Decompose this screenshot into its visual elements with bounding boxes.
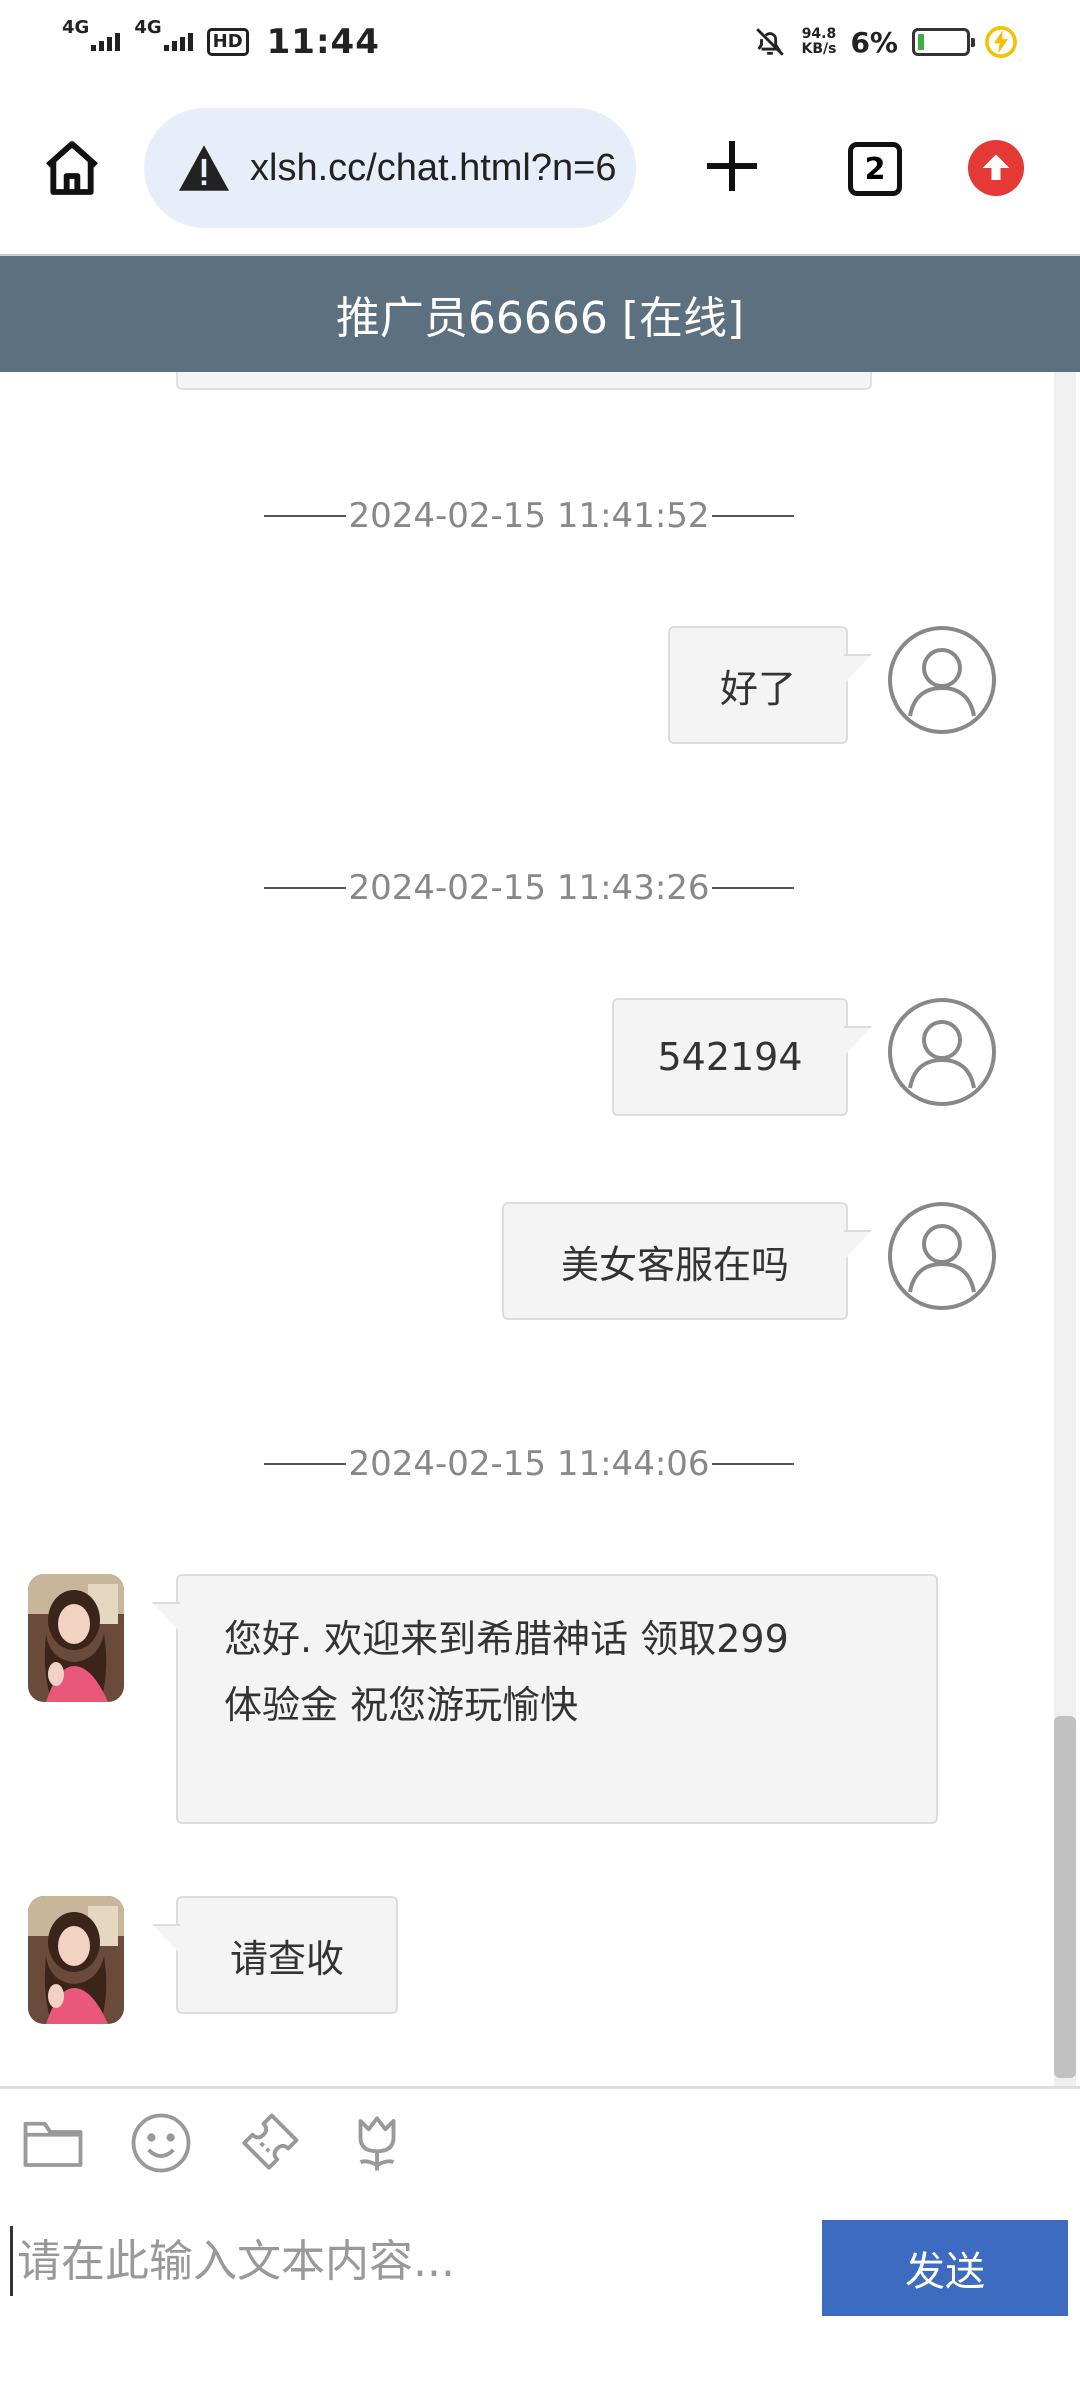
message-line: 体验金 祝您游玩愉快 bbox=[224, 1683, 579, 1727]
agent-photo bbox=[28, 1896, 124, 2024]
composer-toolbar bbox=[0, 2110, 1080, 2176]
scrollbar-thumb[interactable] bbox=[1054, 1716, 1076, 2078]
sent-message-bubble: 好了 bbox=[668, 626, 848, 744]
tab-switcher-button[interactable]: 2 bbox=[848, 142, 902, 196]
battery-percent: 6% bbox=[850, 25, 898, 59]
status-bar: 4G 4G HD 11:44 94.8 KB/s 6% bbox=[0, 0, 1080, 84]
address-bar[interactable]: xlsh.cc/chat.html?n=6 bbox=[144, 108, 636, 228]
chat-message-list[interactable]: 2024-02-15 11:41:52 好了 2024-02-15 11:43:… bbox=[0, 372, 1080, 2086]
message-input[interactable] bbox=[10, 2226, 810, 2296]
user-avatar bbox=[888, 626, 996, 734]
time-separator: 2024-02-15 11:43:26 bbox=[264, 868, 794, 908]
update-button[interactable] bbox=[968, 140, 1024, 196]
received-message-bubble: 请查收 bbox=[176, 1896, 398, 2014]
browser-toolbar: xlsh.cc/chat.html?n=6 bbox=[0, 100, 1080, 240]
composer-divider bbox=[0, 2086, 1080, 2089]
user-avatar bbox=[888, 998, 996, 1106]
signal-1-icon: 4G bbox=[62, 19, 121, 51]
user-icon bbox=[908, 1020, 976, 1089]
folder-icon[interactable] bbox=[20, 2110, 86, 2176]
user-avatar bbox=[888, 1202, 996, 1310]
chat-title: 推广员66666 [在线] bbox=[0, 254, 1080, 372]
emoji-icon[interactable] bbox=[128, 2110, 194, 2176]
received-message-bubble: 您好. 欢迎来到希腊神话 领取299 体验金 祝您游玩愉快 bbox=[176, 1574, 938, 1824]
signal-1-label: 4G bbox=[62, 17, 90, 38]
ticket-icon[interactable] bbox=[236, 2110, 302, 2176]
agent-avatar bbox=[28, 1896, 124, 2024]
previous-message-bubble bbox=[176, 372, 872, 390]
signal-2-icon: 4G bbox=[134, 19, 193, 51]
charging-icon bbox=[985, 26, 1017, 58]
send-button[interactable]: 发送 bbox=[822, 2220, 1068, 2316]
sent-message-bubble: 美女客服在吗 bbox=[502, 1202, 848, 1320]
new-tab-icon[interactable] bbox=[702, 136, 762, 196]
user-icon bbox=[908, 1224, 976, 1293]
arrow-up-icon bbox=[982, 154, 1010, 180]
hd-voice-badge: HD bbox=[206, 28, 249, 56]
agent-photo bbox=[28, 1574, 124, 1702]
message-line: 您好. 欢迎来到希腊神话 领取299 bbox=[224, 1617, 789, 1661]
sent-message-bubble: 542194 bbox=[612, 998, 848, 1116]
net-speed: 94.8 KB/s bbox=[801, 26, 837, 57]
time-separator: 2024-02-15 11:44:06 bbox=[264, 1444, 794, 1484]
status-time: 11:44 bbox=[266, 22, 380, 62]
agent-avatar bbox=[28, 1574, 124, 1702]
home-icon[interactable] bbox=[40, 136, 104, 200]
user-icon bbox=[908, 648, 976, 717]
warning-icon[interactable] bbox=[176, 143, 232, 193]
battery-icon bbox=[912, 28, 975, 56]
time-separator: 2024-02-15 11:41:52 bbox=[264, 496, 794, 536]
signal-2-label: 4G bbox=[134, 17, 162, 38]
bell-off-icon bbox=[756, 28, 785, 56]
flower-icon[interactable] bbox=[344, 2110, 410, 2176]
url-text[interactable]: xlsh.cc/chat.html?n=6 bbox=[250, 147, 616, 190]
